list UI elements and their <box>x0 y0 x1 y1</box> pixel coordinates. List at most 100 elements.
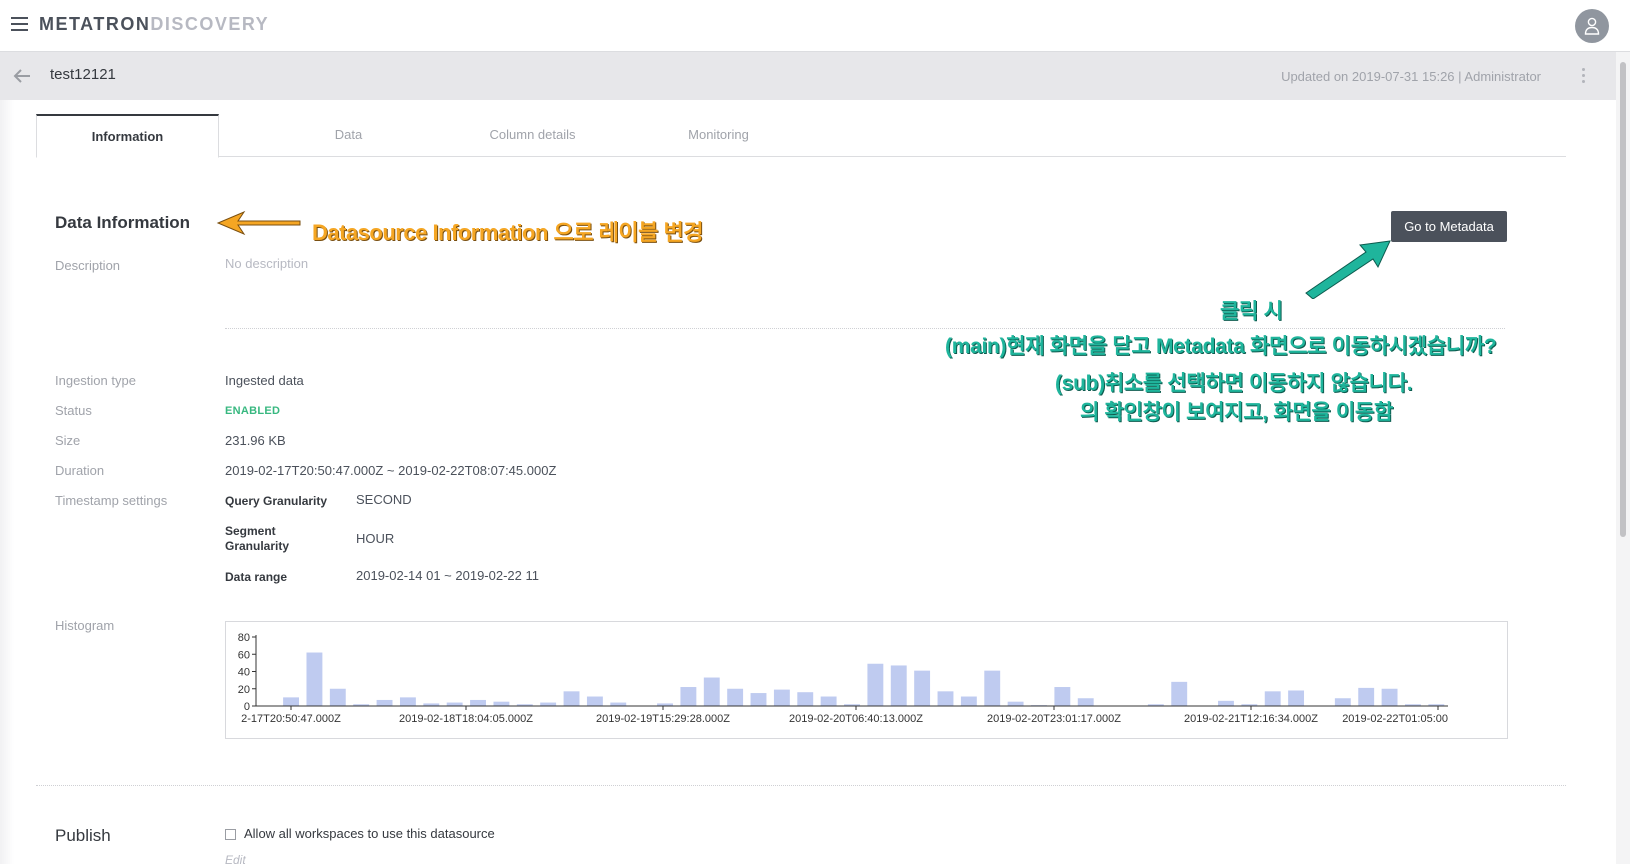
histogram-chart: 0 20 40 60 80 2-17T20:50:47.000Z 2019-02-18T18… <box>225 621 1508 739</box>
description-label: Description <box>55 258 121 273</box>
size-value: 231.96 KB <box>225 433 286 448</box>
edit-link[interactable]: Edit <box>225 853 246 864</box>
histogram-bar <box>446 702 463 706</box>
segment-granularity-label-1: Segment <box>225 524 276 538</box>
histogram-bar <box>984 670 1001 706</box>
data-range-label: Data range <box>225 570 288 584</box>
histogram-bar <box>586 696 603 706</box>
histogram-bar <box>1077 698 1094 706</box>
tab-monitoring[interactable]: Monitoring <box>627 114 810 157</box>
histogram-bar <box>820 696 837 706</box>
histogram-bar <box>1288 690 1305 706</box>
annotation-click-line2: (main)현재 화면을 닫고 Metadata 화면으로 이동하시겠습니까? <box>945 335 1497 358</box>
status-label: Status <box>55 403 92 418</box>
histogram-bar <box>680 687 697 706</box>
histogram-bar <box>1218 700 1234 706</box>
datasource-name[interactable]: test12121 <box>50 66 116 83</box>
histogram-label: Histogram <box>55 618 115 633</box>
left-shadow <box>0 100 14 864</box>
y-tick-label: 60 <box>238 649 250 661</box>
more-options-icon[interactable] <box>1580 68 1586 86</box>
section-divider <box>36 785 1566 786</box>
size-label: Size <box>55 433 81 448</box>
query-granularity-value: SECOND <box>356 492 412 507</box>
top-navigation-bar: METATRONDISCOVERY <box>0 0 1630 52</box>
y-tick-label: 80 <box>238 632 250 644</box>
user-avatar[interactable] <box>1575 9 1609 43</box>
annotation-label-change: Datasource Information 으로 레이블 변경 <box>312 220 703 245</box>
description-divider <box>225 328 1505 329</box>
ingestion-type-value: Ingested data <box>225 373 304 388</box>
histogram-bar <box>329 688 346 706</box>
allow-workspaces-checkbox[interactable] <box>225 829 236 840</box>
tab-bar: Information Data Column details Monitori… <box>36 114 1566 158</box>
query-granularity-label: Query Granularity <box>225 494 328 508</box>
timestamp-settings-label: Timestamp settings <box>55 493 168 508</box>
histogram-bar <box>610 702 627 706</box>
x-tick-label: 2019-02-20T06:40:13.000Z <box>789 713 923 725</box>
x-tick-label: 2019-02-18T18:04:05.000Z <box>399 713 533 725</box>
tab-data[interactable]: Data <box>257 114 440 157</box>
x-tick-label: 2-17T20:50:47.000Z <box>241 713 341 725</box>
y-tick-label: 40 <box>238 667 250 679</box>
y-tick-label: 0 <box>244 701 250 713</box>
y-tick-label: 20 <box>238 684 250 696</box>
scrollbar-thumb[interactable] <box>1620 62 1626 537</box>
histogram-bar <box>540 702 557 706</box>
orange-arrow-annotation <box>216 210 301 236</box>
segment-granularity-label-2: Granularity <box>225 539 290 553</box>
brand-secondary: DISCOVERY <box>150 14 270 34</box>
x-tick-label: 2019-02-21T12:16:34.000Z <box>1184 713 1318 725</box>
histogram-bar <box>283 697 300 706</box>
histogram-bar <box>890 665 907 706</box>
datasource-header: test12121 Updated on 2019-07-31 15:26 | … <box>0 52 1616 100</box>
description-value[interactable]: No description <box>225 256 308 271</box>
data-range-value: 2019-02-14 01 ~ 2019-02-22 11 <box>356 568 539 583</box>
x-tick-label: 2019-02-20T23:01:17.000Z <box>987 713 1121 725</box>
histogram-bar <box>1054 687 1071 706</box>
back-arrow-icon[interactable] <box>12 66 32 86</box>
duration-label: Duration <box>55 463 105 478</box>
histogram-bar <box>867 663 884 706</box>
histogram-bar <box>399 697 416 706</box>
annotation-click-line4: 의 확인창이 보여지고, 화면을 이동함 <box>1080 401 1393 424</box>
ingestion-type-label: Ingestion type <box>55 373 136 388</box>
histogram-bar <box>750 693 767 706</box>
x-tick-label: 2019-02-19T15:29:28.000Z <box>596 713 730 725</box>
user-icon <box>1584 17 1600 35</box>
histogram-bar <box>306 652 323 706</box>
allow-workspaces-label[interactable]: Allow all workspaces to use this datasou… <box>244 826 495 841</box>
histogram-bar <box>773 689 790 706</box>
histogram-bar <box>493 701 510 706</box>
tab-information[interactable]: Information <box>36 114 219 158</box>
tab-column-details[interactable]: Column details <box>441 114 624 157</box>
histogram-bar <box>470 699 486 706</box>
histogram-bar <box>1007 701 1024 706</box>
hamburger-menu-icon[interactable] <box>11 17 28 33</box>
histogram-bar <box>563 691 580 706</box>
histogram-bar <box>1264 691 1281 706</box>
annotation-click-line3: (sub)취소를 선택하면 이동하지 않습니다. <box>1055 372 1413 395</box>
histogram-bar <box>937 691 954 706</box>
segment-granularity-value: HOUR <box>356 531 395 546</box>
histogram-bar <box>914 670 931 706</box>
histogram-bar <box>727 688 744 706</box>
teal-arrow-annotation <box>1305 240 1391 299</box>
section-title-data-information: Data Information <box>55 213 191 232</box>
histogram-bar <box>1381 688 1398 706</box>
histogram-bar <box>703 677 720 706</box>
histogram-bar <box>1358 687 1375 706</box>
page-scrollbar[interactable] <box>1616 52 1630 864</box>
histogram-bar <box>1334 698 1351 706</box>
brand-logo[interactable]: METATRONDISCOVERY <box>39 14 269 35</box>
go-to-metadata-button[interactable]: Go to Metadata <box>1391 211 1507 242</box>
x-tick-label: 2019-02-22T01:05:00 <box>1342 713 1448 725</box>
section-title-publish: Publish <box>55 826 111 845</box>
brand-primary: METATRON <box>39 14 151 34</box>
histogram-bar <box>1171 681 1188 706</box>
histogram-bar <box>960 696 977 706</box>
duration-value: 2019-02-17T20:50:47.000Z ~ 2019-02-22T08… <box>225 463 557 478</box>
histogram-svg: 0 20 40 60 80 2-17T20:50:47.000Z 2019-02-18T18… <box>238 632 1448 725</box>
histogram-bar <box>376 699 393 706</box>
status-badge: ENABLED <box>225 405 281 417</box>
